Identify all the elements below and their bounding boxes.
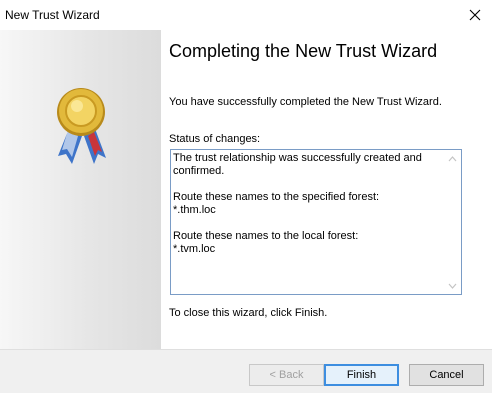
wizard-side-panel <box>0 30 161 349</box>
status-line: Route these names to the specified fores… <box>173 191 380 203</box>
status-text: The trust relationship was successfully … <box>173 152 443 256</box>
close-instruction: To close this wizard, click Finish. <box>169 307 328 319</box>
status-line: *.tvm.loc <box>173 243 216 255</box>
back-button[interactable]: < Back <box>249 364 324 386</box>
status-textbox[interactable]: The trust relationship was successfully … <box>170 149 462 295</box>
title-bar: New Trust Wizard <box>0 0 492 30</box>
award-medal-icon <box>57 88 106 164</box>
close-icon[interactable] <box>458 0 492 30</box>
status-label: Status of changes: <box>169 133 261 145</box>
wizard-content: Completing the New Trust Wizard You have… <box>161 30 492 349</box>
page-heading: Completing the New Trust Wizard <box>169 41 438 61</box>
cancel-button[interactable]: Cancel <box>409 364 484 386</box>
scroll-down-icon[interactable] <box>444 277 461 294</box>
intro-text: You have successfully completed the New … <box>169 96 442 108</box>
button-bar: < Back Finish Cancel <box>0 349 492 393</box>
scroll-up-icon[interactable] <box>444 150 461 167</box>
finish-button[interactable]: Finish <box>324 364 399 386</box>
status-line-blank <box>173 217 443 230</box>
status-line: Route these names to the local forest: <box>173 230 359 242</box>
vertical-scrollbar[interactable] <box>444 150 461 294</box>
status-line-blank <box>173 178 443 191</box>
status-line: *.thm.loc <box>173 204 216 216</box>
window-title: New Trust Wizard <box>5 8 100 22</box>
status-line: The trust relationship was successfully … <box>173 152 422 177</box>
